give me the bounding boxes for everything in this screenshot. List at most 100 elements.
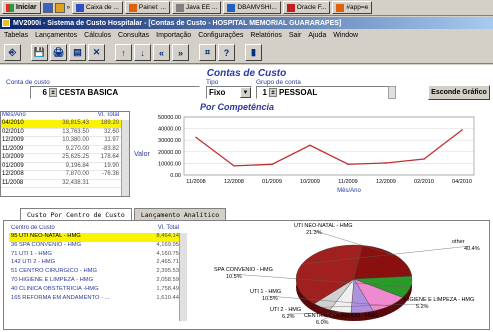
conta-field[interactable]: 6 ± CESTA BASICA [30,86,200,99]
taskbar-button[interactable]: Java EE ... [171,1,222,14]
center-cell: 95 UTI NEO-NATAL - HMG [11,233,81,239]
exit-icon[interactable]: ⎆ [4,44,21,61]
table-row[interactable]: 51 CENTRO CIRURGICO - HMG 2,395.53 [9,268,184,277]
table-row[interactable]: 04/2010 38,815.43 189.20 [1,120,129,129]
pie-slice-pct: 21.3% [306,230,322,236]
table-row[interactable]: 11/2009 9,270.00 -83.82 [1,145,129,154]
task-app-icon [75,3,84,12]
taskbar-button[interactable]: Caixa de ... [71,1,123,14]
table-row[interactable]: 142 UTI 2 - HMG 2,465.71 [9,259,184,268]
print-preview-icon[interactable]: ▤ [69,44,86,61]
table-row[interactable]: 71 UTI 1 - HMG 4,160.75 [9,251,184,260]
taskbar-button[interactable]: #app=e [332,1,373,14]
delete-icon[interactable]: ✕ [88,44,105,61]
month-cell: 01/2009 [2,162,24,169]
pie-slice-label: UTI 1 - HMG [250,289,281,295]
menu-item[interactable]: Window [333,32,358,39]
menu-item[interactable]: Relatórios [250,32,282,39]
table-row[interactable]: 12/2008 7,870.00 -76.36 [1,171,129,180]
month-cell: 10/2009 [2,154,24,160]
quicklaunch-expand-icon[interactable]: » [67,5,70,11]
menu-item[interactable]: Configurações [198,32,243,39]
conta-name: CESTA BASICA [59,88,119,97]
first-record-icon[interactable]: « [153,44,170,61]
value-cell: 1,758.49 [156,285,179,292]
conta-spin-icon[interactable]: ± [49,88,57,97]
grupo-scrollbar[interactable] [388,86,396,99]
app-icon [2,19,10,27]
center-cell: 142 UTI 2 - HMG [11,259,56,266]
menu-item[interactable]: Consultas [118,32,149,39]
tipo-select[interactable]: Fixo ▼ [206,86,252,99]
task-label: #app=e [346,4,369,11]
pie-slice-pct: 10.5% [226,274,242,280]
month-cell: 12/2008 [2,171,24,177]
start-button[interactable]: Iniciar [2,1,41,14]
last-record-icon[interactable]: » [172,44,189,61]
menu-item[interactable]: Sair [289,32,301,39]
menu-item[interactable]: Tabelas [4,32,28,39]
chevron-down-icon[interactable]: ▼ [240,87,251,98]
value-cell: 2,058.59 [156,276,179,283]
value-cell: 38,815.43 [62,120,89,126]
help-icon[interactable]: ? [218,44,235,61]
taskbar-button[interactable]: Painel: ... [124,1,170,14]
table-row[interactable]: 165 REFORMA EM ANDAMENTO - ... 1,610.44 [9,295,184,304]
table-row[interactable]: 01/2009 9,196.84 19.90 [1,162,129,171]
conta-number: 6 [42,88,47,97]
x-tick-label: 04/2010 [452,179,472,185]
month-cell: 11/2008 [2,179,24,186]
center-cell: 71 UTI 1 - HMG [11,250,52,257]
taskbar-button[interactable]: Oracle F... [282,1,331,14]
pie-slice-label: UTI NEO-NATAL - HMG [294,223,353,229]
up-arrow-icon[interactable]: ↑ [115,44,132,61]
variation-cell [91,180,121,188]
menu-bar: Tabelas Lançamentos Cálculos Consultas Impor… [0,30,493,41]
table-row[interactable]: 10/2009 25,625.25 178.64 [1,154,129,163]
table-row[interactable]: 40 CLINICA OBSTETRICIA -HMG 1,758.49 [9,286,184,295]
chart-title: Por Competência [200,102,275,112]
value-cell: 7,870.00 [65,171,89,177]
quicklaunch-desktop-icon[interactable] [42,2,53,13]
cc-table-header: Centro de Custo Vl. Total [9,225,184,233]
table-row[interactable]: 11/2008 32,438.31 [1,179,129,188]
value-cell: 1,610.44 [156,294,179,301]
print-icon[interactable]: 🖨 [50,44,67,61]
x-tick-label: 12/2008 [224,179,244,185]
exit-door-icon[interactable]: ▮ [245,44,262,61]
tab[interactable]: Lançamento Analítico [133,208,227,220]
tab[interactable]: Custo Por Centro de Custo [20,208,132,220]
y-tick-label: 10000.00 [158,161,181,167]
x-tick-label: 02/2010 [414,179,434,185]
table-row[interactable]: 02/2010 13,763.50 32.60 [1,128,129,137]
month-table-scrollbar[interactable] [121,120,129,196]
table-row[interactable]: 12/2009 10,380.00 11.97 [1,137,129,146]
month-table: Mês/Ano Vl. Total 04/2010 38,815.43 189.20… [0,111,130,197]
down-arrow-icon[interactable]: ↓ [134,44,151,61]
taskbar-button[interactable]: DBAMVSHI... [223,1,281,14]
month-table-header: Mês/Ano Vl. Total [1,112,129,120]
table-row[interactable]: 95 UTI NEO-NATAL - HMG 8,464.14 [9,233,184,242]
cc-table-scrollbar[interactable] [179,233,187,321]
quicklaunch-folder-icon[interactable] [54,2,65,13]
chart-icon[interactable]: ⌗ [199,44,216,61]
save-icon[interactable]: 💾 [31,44,48,61]
task-label: Caixa de ... [85,4,119,11]
data-point [271,163,273,166]
value-cell: 4,160.75 [156,250,179,257]
table-row[interactable]: 70 HIGIENE E LIMPEZA - HMG 2,058.59 [9,277,184,286]
pie-slice-pct: 6.2% [282,314,295,320]
data-point [423,158,425,160]
grupo-spin-icon[interactable]: ± [269,88,277,97]
x-tick-label: 10/2009 [300,179,320,185]
esconde-grafico-button[interactable]: Esconde Gráfico [428,85,490,100]
data-point [195,136,197,139]
menu-item[interactable]: Ajuda [308,32,326,39]
menu-item[interactable]: Lançamentos [35,32,77,39]
task-app-icon [336,3,345,12]
col-month-header: Mês/Ano [2,112,26,118]
grupo-field[interactable]: 1 ± PESSOAL [256,86,396,99]
menu-item[interactable]: Cálculos [84,32,111,39]
menu-item[interactable]: Importação [156,32,191,39]
table-row[interactable]: 36 SPA CONVENIO - HMG 4,169.95 [9,242,184,251]
